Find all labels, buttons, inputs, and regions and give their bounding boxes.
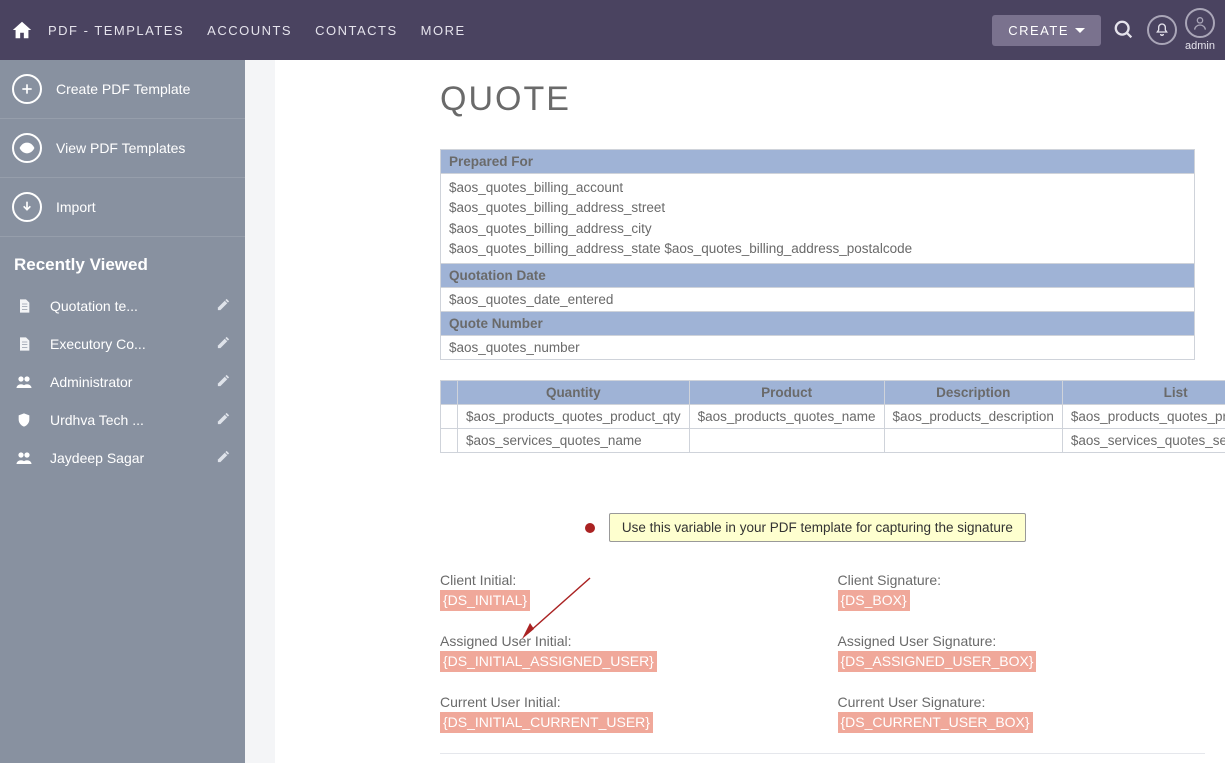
- nav-pdf-templates[interactable]: PDF - TEMPLATES: [44, 17, 188, 44]
- people-icon: [14, 449, 34, 467]
- signature-label: Current User Initial:: [440, 694, 808, 710]
- sidebar-import[interactable]: Import: [0, 178, 245, 237]
- table-cell: $aos_products_description: [884, 405, 1062, 429]
- signature-variable: {DS_INITIAL_CURRENT_USER}: [440, 712, 653, 733]
- edit-icon[interactable]: [216, 335, 231, 353]
- annotation-callout: Use this variable in your PDF template f…: [585, 513, 1205, 542]
- shield-icon: [14, 412, 34, 428]
- eye-icon: [12, 133, 42, 163]
- plus-icon: [12, 74, 42, 104]
- signature-variable: {DS_ASSIGNED_USER_BOX}: [838, 651, 1037, 672]
- table-cell: $aos_products_quotes_name: [689, 405, 884, 429]
- products-header: Quantity: [458, 381, 690, 405]
- content-area: QUOTE Prepared For $aos_quotes_billing_a…: [245, 60, 1225, 763]
- people-icon: [14, 373, 34, 391]
- signature-block: Current User Initial: {DS_INITIAL_CURRENT…: [440, 694, 808, 733]
- sidebar-action-label: Create PDF Template: [56, 81, 190, 97]
- notifications-icon[interactable]: [1147, 15, 1177, 45]
- signature-variable: {DS_CURRENT_USER_BOX}: [838, 712, 1033, 733]
- table-cell: $aos_services_quotes_name: [458, 429, 690, 453]
- nav-accounts[interactable]: ACCOUNTS: [203, 17, 296, 44]
- quote-date-header: Quotation Date: [441, 264, 1195, 288]
- download-icon: [12, 192, 42, 222]
- create-label: CREATE: [1008, 23, 1069, 38]
- nav-more[interactable]: MORE: [417, 17, 470, 44]
- edit-icon[interactable]: [216, 297, 231, 315]
- chevron-down-icon: [1075, 28, 1085, 33]
- signature-label: Assigned User Signature:: [838, 633, 1206, 649]
- nav-items: PDF - TEMPLATES ACCOUNTS CONTACTS MORE: [44, 17, 470, 44]
- table-row: $aos_products_quotes_product_qty$aos_pro…: [441, 405, 1225, 429]
- callout-dot-icon: [585, 523, 595, 533]
- user-label: admin: [1185, 40, 1215, 52]
- sidebar-action-label: View PDF Templates: [56, 140, 185, 156]
- create-button[interactable]: CREATE: [992, 15, 1101, 46]
- signature-variable: {DS_INITIAL_ASSIGNED_USER}: [440, 651, 657, 672]
- signature-label: Client Signature:: [838, 572, 1206, 588]
- sidebar: Create PDF Template View PDF Templates I…: [0, 60, 245, 763]
- products-table: QuantityProductDescriptionList $aos_prod…: [440, 380, 1225, 453]
- sidebar-create-template[interactable]: Create PDF Template: [0, 60, 245, 119]
- recent-item-label: Executory Co...: [50, 336, 200, 352]
- recent-item[interactable]: Administrator: [0, 363, 245, 401]
- user-menu[interactable]: admin: [1185, 8, 1215, 52]
- table-cell: [689, 429, 884, 453]
- recent-item[interactable]: Quotation te...: [0, 287, 245, 325]
- signature-variable: {DS_BOX}: [838, 590, 910, 611]
- recent-item-label: Jaydeep Sagar: [50, 450, 200, 466]
- table-cell: $aos_services_quotes_service_list: [1062, 429, 1225, 453]
- home-icon[interactable]: [10, 18, 34, 42]
- table-cell: [884, 429, 1062, 453]
- recent-item[interactable]: Urdhva Tech ...: [0, 401, 245, 439]
- edit-icon[interactable]: [216, 411, 231, 429]
- edit-icon[interactable]: [216, 373, 231, 391]
- nav-contacts[interactable]: CONTACTS: [311, 17, 402, 44]
- edit-icon[interactable]: [216, 449, 231, 467]
- prepared-for-header: Prepared For: [441, 150, 1195, 174]
- table-cell: $aos_products_quotes_product_qty: [458, 405, 690, 429]
- document-title: QUOTE: [440, 80, 1205, 119]
- recent-item[interactable]: Executory Co...: [0, 325, 245, 363]
- sidebar-action-label: Import: [56, 199, 96, 215]
- signature-label: Current User Signature:: [838, 694, 1206, 710]
- products-header: List: [1062, 381, 1225, 405]
- signature-block: Client Initial: {DS_INITIAL}: [440, 572, 808, 611]
- recent-item-label: Urdhva Tech ...: [50, 412, 200, 428]
- recently-viewed-title: Recently Viewed: [0, 237, 245, 287]
- signature-block: Current User Signature: {DS_CURRENT_USER_…: [838, 694, 1206, 733]
- products-header: Description: [884, 381, 1062, 405]
- quote-number-header: Quote Number: [441, 312, 1195, 336]
- signature-block: Assigned User Initial: {DS_INITIAL_ASSIGN…: [440, 633, 808, 672]
- table-row: $aos_services_quotes_name $aos_services_q…: [441, 429, 1225, 453]
- sidebar-view-templates[interactable]: View PDF Templates: [0, 119, 245, 178]
- signature-block: Assigned User Signature: {DS_ASSIGNED_USE…: [838, 633, 1206, 672]
- user-icon: [1185, 8, 1215, 38]
- doc-icon: [14, 298, 34, 314]
- signature-label: Assigned User Initial:: [440, 633, 808, 649]
- quote-number-value: $aos_quotes_number: [441, 336, 1195, 360]
- recent-item[interactable]: Jaydeep Sagar: [0, 439, 245, 477]
- products-header: Product: [689, 381, 884, 405]
- topbar: PDF - TEMPLATES ACCOUNTS CONTACTS MORE C…: [0, 0, 1225, 60]
- table-cell: $aos_products_quotes_product_lis: [1062, 405, 1225, 429]
- signature-variable: {DS_INITIAL}: [440, 590, 530, 611]
- recent-item-label: Quotation te...: [50, 298, 200, 314]
- doc-icon: [14, 336, 34, 352]
- prepared-for-value: $aos_quotes_billing_account$aos_quotes_b…: [441, 174, 1195, 264]
- signature-block: Client Signature: {DS_BOX}: [838, 572, 1206, 611]
- signature-label: Client Initial:: [440, 572, 808, 588]
- arrow-icon: [520, 573, 600, 653]
- topbar-right: CREATE admin: [992, 0, 1215, 60]
- recent-item-label: Administrator: [50, 374, 200, 390]
- quote-info-table: Prepared For $aos_quotes_billing_account…: [440, 149, 1195, 360]
- callout-text: Use this variable in your PDF template f…: [609, 513, 1026, 542]
- search-icon[interactable]: [1109, 15, 1139, 45]
- quote-date-value: $aos_quotes_date_entered: [441, 288, 1195, 312]
- main-layout: Create PDF Template View PDF Templates I…: [0, 60, 1225, 763]
